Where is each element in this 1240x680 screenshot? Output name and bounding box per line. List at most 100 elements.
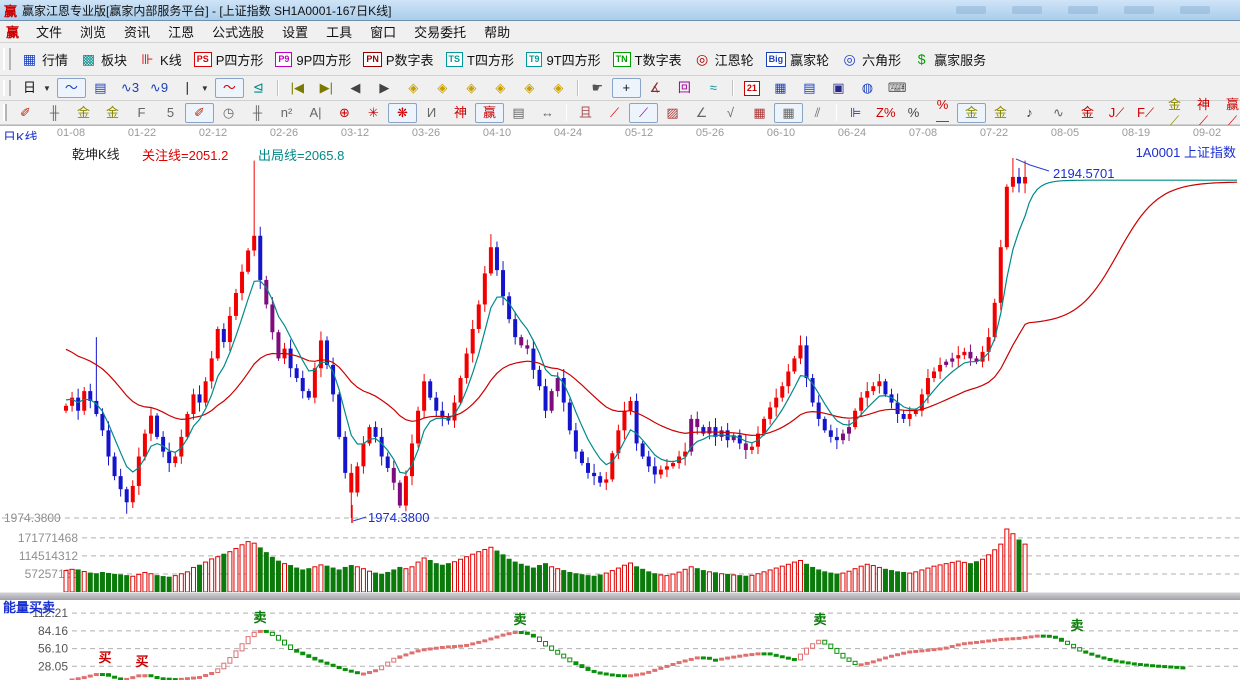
- gann-wheel-button[interactable]: ◎江恩轮: [688, 48, 760, 71]
- candlestick-chart[interactable]: 1974.38001974.38002194.5701: [0, 140, 1240, 528]
- toolbar-grip[interactable]: [3, 80, 11, 97]
- v-wave-tool[interactable]: √: [716, 103, 745, 123]
- grid-fan-tool[interactable]: ▨: [658, 103, 687, 123]
- title-bar[interactable]: 赢 赢家江恩专业版[赢家内部服务平台] - [上证指数 SH1A0001-167…: [0, 0, 1240, 21]
- n-square-tool[interactable]: n²: [272, 103, 301, 123]
- shen-tool[interactable]: 神: [446, 103, 475, 123]
- compress-button[interactable]: ◈: [486, 78, 515, 98]
- gold-ratio-tool-1[interactable]: 金: [69, 103, 98, 123]
- menu-item-浏览[interactable]: 浏览: [71, 20, 115, 43]
- goto-first-button[interactable]: |◀: [283, 78, 312, 98]
- speed-line-tool[interactable]: И: [417, 103, 446, 123]
- winner-service-button[interactable]: $赢家服务: [907, 48, 992, 71]
- t-square-button[interactable]: TST四方形: [440, 48, 520, 71]
- calculator-button[interactable]: ▦: [766, 78, 795, 98]
- wave3-button[interactable]: ∿3: [115, 78, 144, 98]
- frame-grid-tool[interactable]: 且: [571, 103, 600, 123]
- menu-item-窗口[interactable]: 窗口: [361, 20, 405, 43]
- oscillator-chart[interactable]: 112.2184.1656.1028.05买买卖卖卖卖: [0, 600, 1240, 680]
- single-candle-select[interactable]: ∣▼: [173, 78, 215, 98]
- z-percent-tool[interactable]: Z%: [870, 103, 899, 123]
- purple-fan-tool[interactable]: ⟋: [629, 103, 658, 123]
- angle-lines-tool[interactable]: ∠: [687, 103, 716, 123]
- period-select[interactable]: 日▼: [15, 78, 57, 98]
- scribble-tool-button[interactable]: ≈: [699, 78, 728, 98]
- menu-item-交易委托[interactable]: 交易委托: [405, 20, 475, 43]
- gann-box-tool-button[interactable]: 回: [670, 78, 699, 98]
- save-button[interactable]: ▣: [824, 78, 853, 98]
- t-number-table-button[interactable]: TNT数字表: [607, 48, 688, 71]
- menu-item-工具[interactable]: 工具: [317, 20, 361, 43]
- workstation-button[interactable]: ⌨: [882, 78, 911, 98]
- percent-tool[interactable]: %: [899, 103, 928, 123]
- kline-button[interactable]: ⊪K线: [133, 48, 188, 71]
- fib-lines-tool[interactable]: F: [127, 103, 156, 123]
- page-left-button[interactable]: ◀: [341, 78, 370, 98]
- gold-ratio-tool-2[interactable]: 金: [98, 103, 127, 123]
- zoom-out-button[interactable]: ◈: [399, 78, 428, 98]
- gold-line-tool[interactable]: 金: [986, 103, 1015, 123]
- volume-chart[interactable]: 17177146811451431257257156: [0, 528, 1240, 592]
- oscillator-panel[interactable]: 能量买卖 112.2184.1656.1028.05买买卖卖卖卖: [0, 600, 1240, 680]
- time-cycle-tool[interactable]: ◷: [214, 103, 243, 123]
- ruler-123-tool[interactable]: ▤: [504, 103, 533, 123]
- page-right-button[interactable]: ▶: [370, 78, 399, 98]
- note-pen-tool[interactable]: ♪: [1015, 103, 1044, 123]
- menu-item-文件[interactable]: 文件: [27, 20, 71, 43]
- 9t-square-button[interactable]: T99T四方形: [520, 48, 607, 71]
- crosshair-tool-button[interactable]: +: [612, 78, 641, 98]
- volume-panel[interactable]: 17177146811451431257257156: [0, 528, 1240, 592]
- price-chart-panel[interactable]: 乾坤K线 关注线=2051.2 出局线=2065.8 1A0001 上证指数 1…: [0, 140, 1240, 528]
- f-angle-tool[interactable]: F⟋: [1131, 103, 1160, 123]
- move-diamond-button[interactable]: ◈: [544, 78, 573, 98]
- menu-item-资讯[interactable]: 资讯: [115, 20, 159, 43]
- quotes-button[interactable]: ▦行情: [15, 48, 74, 71]
- menu-item-设置[interactable]: 设置: [273, 20, 317, 43]
- memo-button[interactable]: ▤: [795, 78, 824, 98]
- gold-red-tool[interactable]: 金: [1073, 103, 1102, 123]
- net-save-button[interactable]: ◍: [853, 78, 882, 98]
- wave-a-tool[interactable]: ∿: [1044, 103, 1073, 123]
- comb-line-tool-2[interactable]: ╫: [243, 103, 272, 123]
- qiankun-kline-button[interactable]: 〜: [215, 78, 244, 98]
- calendar-button[interactable]: 21: [738, 79, 766, 98]
- a-line-tool[interactable]: A|: [301, 103, 330, 123]
- red-fan-tool[interactable]: ⟋: [600, 103, 629, 123]
- width-measure-tool[interactable]: ↔: [533, 103, 562, 123]
- goto-last-button[interactable]: ▶|: [312, 78, 341, 98]
- profile-histogram-button[interactable]: ⊴: [244, 78, 273, 98]
- circle-cross-tool[interactable]: ⊕: [330, 103, 359, 123]
- pen-ruler-tool[interactable]: ✐: [185, 103, 214, 123]
- toolbar-grip[interactable]: [3, 104, 7, 120]
- comb-line-tool[interactable]: ╫: [40, 103, 69, 123]
- full-view-button[interactable]: ◈: [515, 78, 544, 98]
- five-lines-tool[interactable]: 5: [156, 103, 185, 123]
- ying-tool[interactable]: 赢: [475, 103, 504, 123]
- sectors-button[interactable]: ▩板块: [74, 48, 133, 71]
- hexagon-button[interactable]: ◎六角形: [835, 48, 907, 71]
- zen-wave-button[interactable]: 〜: [57, 78, 86, 98]
- grid-tool-2[interactable]: ▦: [774, 103, 803, 123]
- note-list-button[interactable]: ▤: [86, 78, 115, 98]
- slash-lines-tool[interactable]: ⫽: [803, 103, 832, 123]
- p-square-button[interactable]: PSP四方形: [188, 48, 270, 71]
- bars-scale-tool[interactable]: ⊫: [841, 103, 870, 123]
- grid-tool-1[interactable]: ▦: [745, 103, 774, 123]
- toolbar-grip[interactable]: [3, 48, 11, 70]
- star-grid-tool[interactable]: ❋: [388, 103, 417, 123]
- wave9-button[interactable]: ∿9: [144, 78, 173, 98]
- angle-tool-button[interactable]: ∡: [641, 78, 670, 98]
- star-rays-tool[interactable]: ✳: [359, 103, 388, 123]
- expand-h-button[interactable]: ◈: [457, 78, 486, 98]
- menu-item-公式选股[interactable]: 公式选股: [203, 20, 273, 43]
- winner-wheel-button[interactable]: Big赢家轮: [760, 48, 836, 71]
- zoom-in-button[interactable]: ◈: [428, 78, 457, 98]
- menu-item-江恩[interactable]: 江恩: [159, 20, 203, 43]
- hand-tool-button[interactable]: ☛: [583, 78, 612, 98]
- p-number-table-button[interactable]: PNP数字表: [357, 48, 439, 71]
- 9p-square-button[interactable]: P99P四方形: [269, 48, 357, 71]
- circled-gold-tool[interactable]: 金: [957, 103, 986, 123]
- menu-item-帮助[interactable]: 帮助: [475, 20, 519, 43]
- j-angle-tool[interactable]: J⟋: [1102, 103, 1131, 123]
- red-pen-tool[interactable]: ✐: [11, 103, 40, 123]
